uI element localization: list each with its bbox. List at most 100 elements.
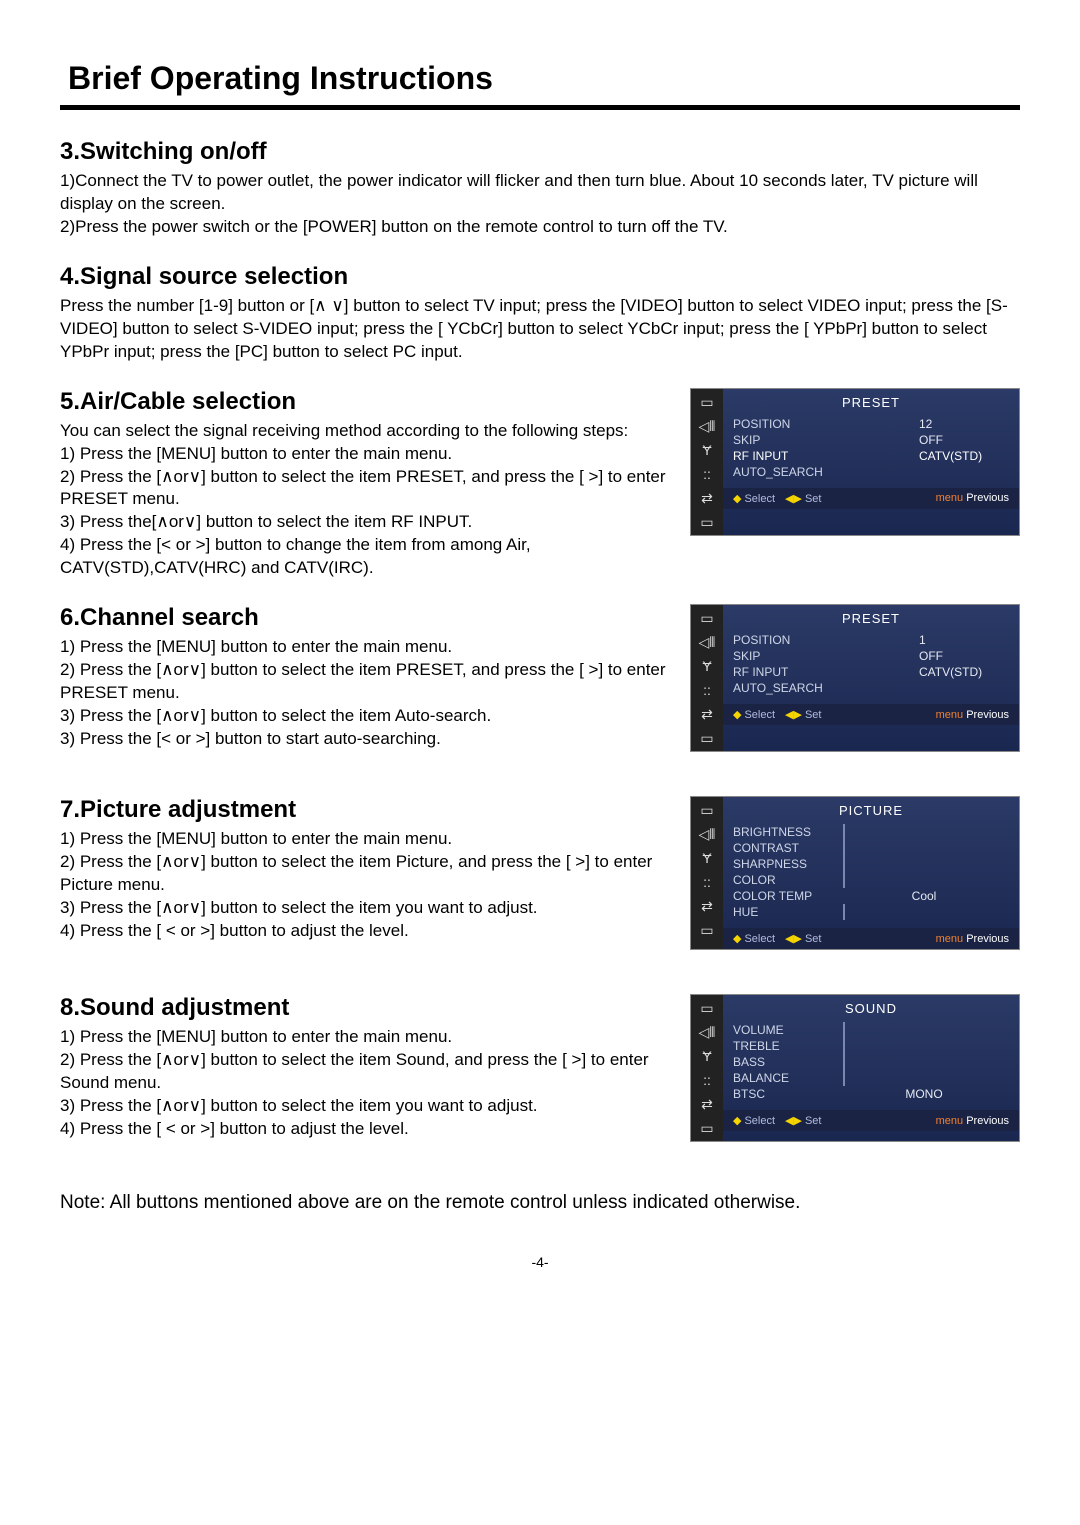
- settings-icon: ::: [696, 873, 718, 891]
- footer-menu: menu: [936, 492, 964, 504]
- section-switching: 3.Switching on/off 1)Connect the TV to p…: [60, 138, 1020, 239]
- osd-value: 1: [919, 633, 1009, 647]
- footer-select: Select: [744, 709, 775, 721]
- osd-value: MONO: [839, 1087, 1009, 1101]
- osd-label: TREBLE: [733, 1039, 833, 1053]
- section-channel: 6.Channel search 1) Press the [MENU] but…: [60, 604, 1020, 772]
- osd-label: AUTO_SEARCH: [733, 681, 843, 695]
- osd-label: CONTRAST: [733, 841, 833, 855]
- osd-label: POSITION: [733, 633, 843, 647]
- inout-icon: ⇄: [696, 489, 718, 507]
- osd-footer: ◆Select ◀▶Set menu Previous: [723, 488, 1019, 509]
- slider: [843, 872, 845, 888]
- display-icon: ▭: [696, 921, 718, 939]
- osd-picture: ▭ ◁⦀ Ɏ :: ⇄ ▭ PICTURE BRIGHTNESS CONTRAS…: [690, 796, 1020, 950]
- section-picture: 7.Picture adjustment 1) Press the [MENU]…: [60, 796, 1020, 970]
- osd-label: COLOR: [733, 873, 833, 887]
- line: 3) Press the [∧or∨] button to select the…: [60, 1095, 670, 1118]
- osd-side-icons: ▭ ◁⦀ Ɏ :: ⇄ ▭: [691, 389, 723, 535]
- heading-signal: 4.Signal source selection: [60, 263, 1020, 291]
- line: 3) Press the[∧or∨] button to select the …: [60, 511, 670, 534]
- section-sound: 8.Sound adjustment 1) Press the [MENU] b…: [60, 994, 1020, 1162]
- display-icon: ▭: [696, 1119, 718, 1137]
- slider: [843, 1054, 845, 1070]
- display-icon: ▭: [696, 729, 718, 747]
- line: 1) Press the [MENU] button to enter the …: [60, 1026, 670, 1049]
- osd-sound: ▭ ◁⦀ Ɏ :: ⇄ ▭ SOUND VOLUME TREBLE BASS B…: [690, 994, 1020, 1142]
- footer-previous: Previous: [966, 933, 1009, 945]
- slider: [843, 840, 845, 856]
- slider: [843, 856, 845, 872]
- footer-select: Select: [744, 493, 775, 505]
- osd-label: BTSC: [733, 1087, 833, 1101]
- footer-previous: Previous: [966, 1115, 1009, 1127]
- osd-label: BALANCE: [733, 1071, 833, 1085]
- settings-icon: ::: [696, 1071, 718, 1089]
- line: 3) Press the [∧or∨] button to select the…: [60, 897, 670, 920]
- heading-picture: 7.Picture adjustment: [60, 796, 670, 824]
- osd-label: AUTO_SEARCH: [733, 465, 843, 479]
- osd-preset-2: ▭ ◁⦀ Ɏ :: ⇄ ▭ PRESET POSITION1 SKIPOFF R…: [690, 604, 1020, 752]
- audio-icon: ◁⦀: [696, 1023, 718, 1041]
- line: 1) Press the [MENU] button to enter the …: [60, 828, 670, 851]
- page-number: -4-: [60, 1254, 1020, 1270]
- tuner-icon: ▭: [696, 999, 718, 1017]
- osd-label: VOLUME: [733, 1023, 833, 1037]
- heading-aircable: 5.Air/Cable selection: [60, 388, 670, 416]
- osd-title: PICTURE: [733, 803, 1009, 818]
- line: 3) Press the [∧or∨] button to select the…: [60, 705, 670, 728]
- slider: [843, 904, 845, 920]
- slider: [843, 1038, 845, 1054]
- line: 4) Press the [ < or >] button to adjust …: [60, 920, 670, 943]
- inout-icon: ⇄: [696, 705, 718, 723]
- slider: [843, 824, 845, 840]
- section-signal: 4.Signal source selection Press the numb…: [60, 263, 1020, 364]
- page-title: Brief Operating Instructions: [60, 60, 1020, 97]
- osd-label: BRIGHTNESS: [733, 825, 833, 839]
- footer-menu: menu: [936, 1115, 964, 1127]
- osd-title: PRESET: [733, 395, 1009, 410]
- inout-icon: ⇄: [696, 1095, 718, 1113]
- footer-set: Set: [805, 933, 822, 945]
- osd-value: 12: [919, 417, 1009, 431]
- line: 2) Press the [∧or∨] button to select the…: [60, 1049, 670, 1095]
- osd-value: OFF: [919, 649, 1009, 663]
- line: 2) Press the [∧or∨] button to select the…: [60, 851, 670, 897]
- title-rule: [60, 105, 1020, 110]
- footer-previous: Previous: [966, 492, 1009, 504]
- tools-icon: Ɏ: [696, 849, 718, 867]
- line: 4) Press the [< or >] button to change t…: [60, 534, 670, 580]
- osd-value: OFF: [919, 433, 1009, 447]
- footer-menu: menu: [936, 933, 964, 945]
- tools-icon: Ɏ: [696, 441, 718, 459]
- note: Note: All buttons mentioned above are on…: [60, 1192, 1020, 1214]
- osd-title: PRESET: [733, 611, 1009, 626]
- line: 4) Press the [ < or >] button to adjust …: [60, 1118, 670, 1141]
- line: 1) Press the [MENU] button to enter the …: [60, 443, 670, 466]
- osd-label: COLOR TEMP: [733, 889, 833, 903]
- osd-label: BASS: [733, 1055, 833, 1069]
- osd-label: RF INPUT: [733, 449, 843, 463]
- footer-select: Select: [744, 933, 775, 945]
- slider: [843, 1070, 845, 1086]
- heading-switching: 3.Switching on/off: [60, 138, 1020, 166]
- settings-icon: ::: [696, 465, 718, 483]
- slider: [843, 1022, 845, 1038]
- tools-icon: Ɏ: [696, 1047, 718, 1065]
- osd-title: SOUND: [733, 1001, 1009, 1016]
- line: 2) Press the [∧or∨] button to select the…: [60, 659, 670, 705]
- footer-set: Set: [805, 1115, 822, 1127]
- heading-channel: 6.Channel search: [60, 604, 670, 632]
- footer-previous: Previous: [966, 709, 1009, 721]
- display-icon: ▭: [696, 513, 718, 531]
- osd-label: SHARPNESS: [733, 857, 833, 871]
- audio-icon: ◁⦀: [696, 825, 718, 843]
- footer-set: Set: [805, 709, 822, 721]
- osd-label: HUE: [733, 905, 833, 919]
- footer-menu: menu: [936, 709, 964, 721]
- osd-preset-1: ▭ ◁⦀ Ɏ :: ⇄ ▭ PRESET POSITION12 SKIPOFF …: [690, 388, 1020, 536]
- osd-label: POSITION: [733, 417, 843, 431]
- osd-label: RF INPUT: [733, 665, 843, 679]
- heading-sound: 8.Sound adjustment: [60, 994, 670, 1022]
- audio-icon: ◁⦀: [696, 417, 718, 435]
